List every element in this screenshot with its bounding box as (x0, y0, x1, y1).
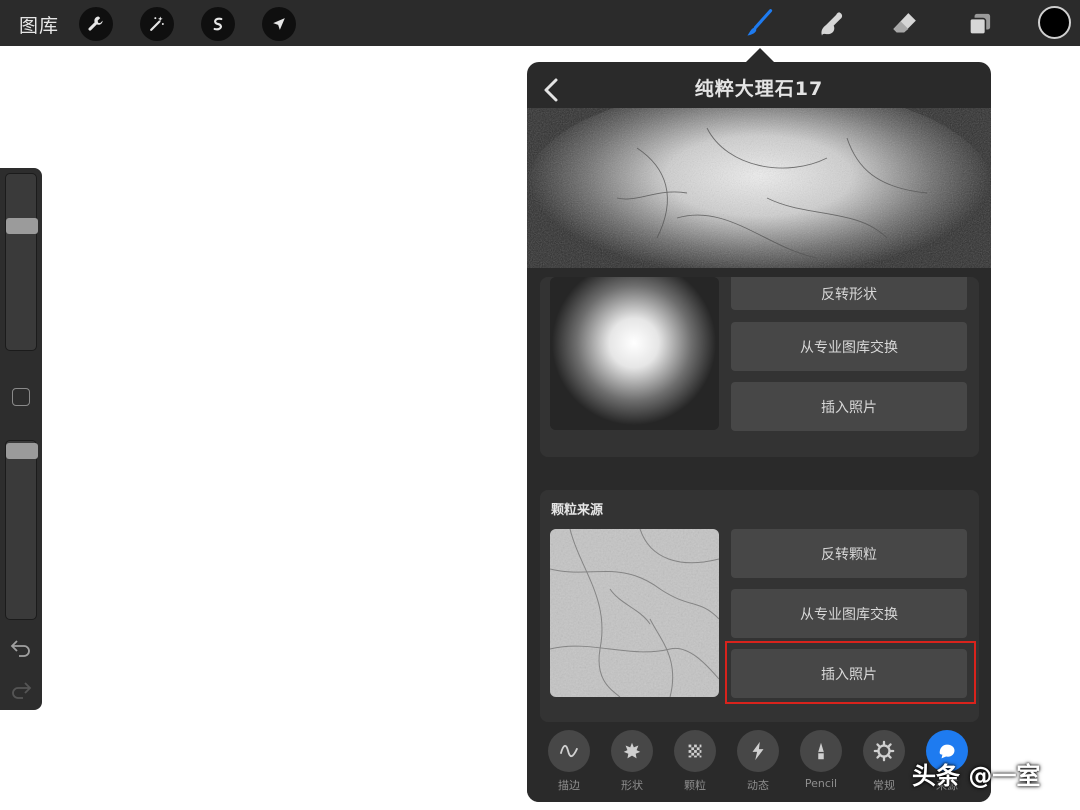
tab-general[interactable]: 常规 (858, 730, 910, 800)
grain-checker-icon (688, 744, 702, 758)
lightning-icon (752, 741, 764, 761)
opacity-slider[interactable] (5, 440, 38, 620)
magic-wand-icon[interactable] (140, 7, 174, 41)
brush-icon[interactable] (741, 6, 777, 42)
tab-shape[interactable]: 形状 (606, 730, 658, 800)
popover-pointer (745, 48, 775, 63)
watermark: 头条 @一室 (912, 762, 1041, 790)
undo-icon[interactable] (9, 637, 33, 657)
tab-label: 颗粒 (684, 779, 706, 792)
tab-label: 描边 (558, 779, 580, 792)
tab-grain[interactable]: 颗粒 (669, 730, 721, 800)
tab-pencil[interactable]: Pencil (795, 730, 847, 800)
brush-size-slider[interactable] (5, 173, 38, 351)
smudge-icon[interactable] (814, 6, 850, 42)
eraser-icon[interactable] (887, 6, 923, 42)
brush-title: 纯粹大理石17 (694, 78, 824, 100)
selection-icon[interactable] (201, 7, 235, 41)
left-sidebar (0, 168, 42, 710)
shape-star-icon (623, 742, 641, 759)
invert-shape-button[interactable]: 反转形状 (731, 277, 967, 310)
invert-grain-button[interactable]: 反转颗粒 (731, 529, 967, 578)
tab-label: 形状 (621, 779, 643, 792)
shape-source-card: 反转形状 从专业图库交换 插入照片 (540, 277, 979, 457)
tab-label: Pencil (804, 777, 838, 790)
swap-grain-from-pro-library-button[interactable]: 从专业图库交换 (731, 589, 967, 638)
shape-thumbnail[interactable] (550, 277, 719, 430)
stroke-wave-icon (559, 744, 579, 758)
color-picker-button[interactable] (1038, 6, 1071, 39)
tab-label: 动态 (747, 779, 769, 792)
top-toolbar: 图库 (0, 0, 1080, 46)
tab-stroke[interactable]: 描边 (543, 730, 595, 800)
import-shape-photo-button[interactable]: 插入照片 (731, 382, 967, 431)
tab-label: 常规 (873, 779, 895, 792)
modify-button[interactable] (12, 388, 30, 406)
swap-shape-from-pro-library-button[interactable]: 从专业图库交换 (731, 322, 967, 371)
stroke-preview (527, 108, 991, 278)
redo-icon[interactable] (9, 679, 33, 699)
tab-dynamics[interactable]: 动态 (732, 730, 784, 800)
layers-icon[interactable] (962, 6, 998, 42)
gallery-button[interactable]: 图库 (19, 11, 59, 38)
grain-source-title: 颗粒来源 (551, 503, 604, 518)
gear-icon (873, 740, 895, 762)
grain-thumbnail[interactable] (550, 529, 719, 697)
opacity-handle[interactable] (6, 443, 38, 459)
pencil-tip-icon (818, 742, 824, 760)
brush-size-handle[interactable] (6, 218, 38, 234)
highlight-box (725, 641, 976, 704)
wrench-icon[interactable] (79, 7, 113, 41)
brush-studio-panel: 纯粹大理石17 反转形状 从专业图库交换 插入照片 颗粒来源 反转颗粒 从专业图… (527, 62, 991, 802)
transform-arrow-icon[interactable] (262, 7, 296, 41)
